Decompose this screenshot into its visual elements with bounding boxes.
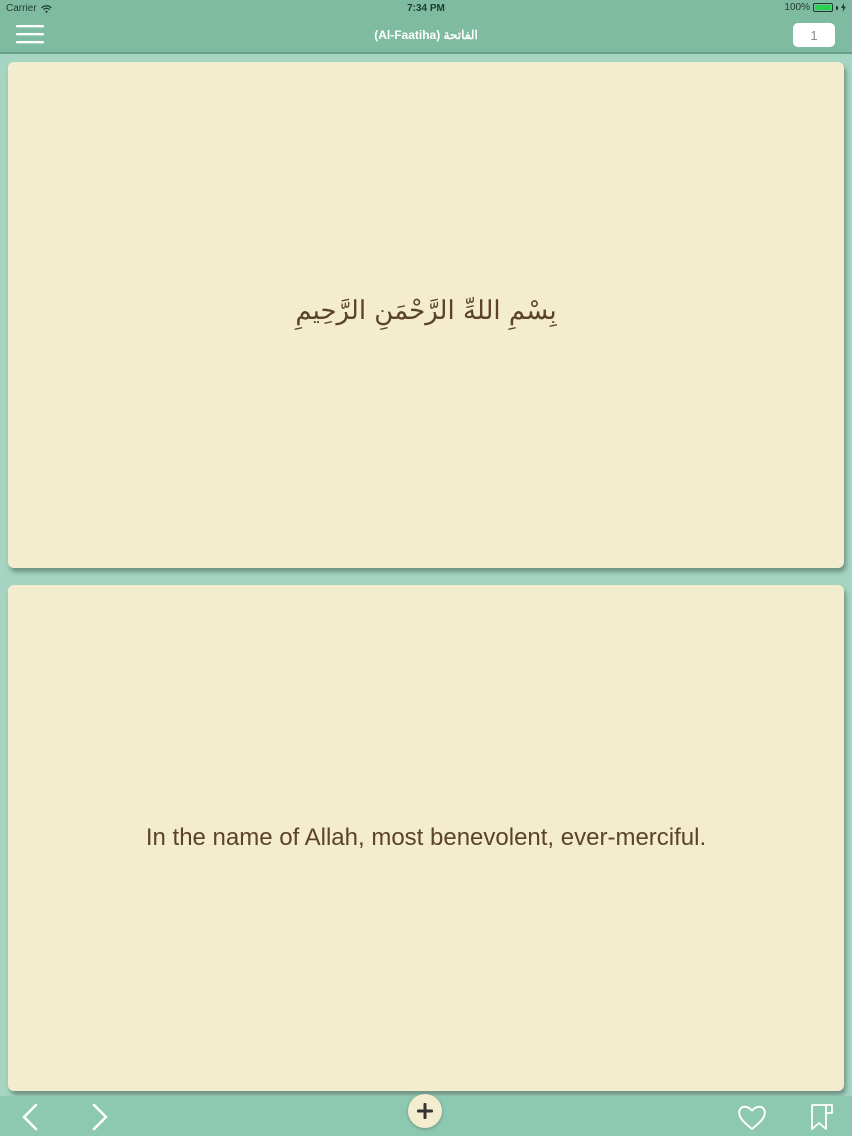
verse-number-field[interactable]: 1 [793, 23, 835, 47]
bookmark-icon[interactable] [808, 1102, 836, 1132]
heart-icon[interactable] [736, 1102, 768, 1132]
status-battery: 100% [784, 2, 846, 13]
chevron-right-icon[interactable] [86, 1102, 112, 1132]
battery-nub [836, 5, 838, 10]
navigation-bar: (Al-Faatiha) الفاتحة 1 [0, 16, 852, 52]
status-bar: Carrier 7:34 PM 100% [0, 0, 852, 16]
battery-percent: 100% [784, 2, 810, 13]
arabic-verse-card: بِسْمِ اللهِّ الرَّحْمَنِ الرَّحِيمِ [8, 62, 844, 568]
translation-card: In the name of Allah, most benevolent, e… [8, 585, 844, 1091]
battery-level-fill [815, 5, 831, 10]
top-bar: Carrier 7:34 PM 100% (Al-Faatiha) الفاتح… [0, 0, 852, 54]
plus-icon [408, 1094, 442, 1128]
bottom-toolbar [0, 1094, 852, 1136]
surah-title: (Al-Faatiha) الفاتحة [374, 28, 478, 42]
add-button[interactable] [408, 1094, 442, 1128]
battery-icon [813, 3, 833, 12]
charging-bolt-icon [841, 3, 846, 12]
translation-text: In the name of Allah, most benevolent, e… [145, 824, 707, 851]
arabic-verse-text: بِسْمِ اللهِّ الرَّحْمَنِ الرَّحِيمِ [295, 296, 557, 326]
chevron-left-icon[interactable] [18, 1102, 44, 1132]
status-time: 7:34 PM [407, 3, 445, 14]
